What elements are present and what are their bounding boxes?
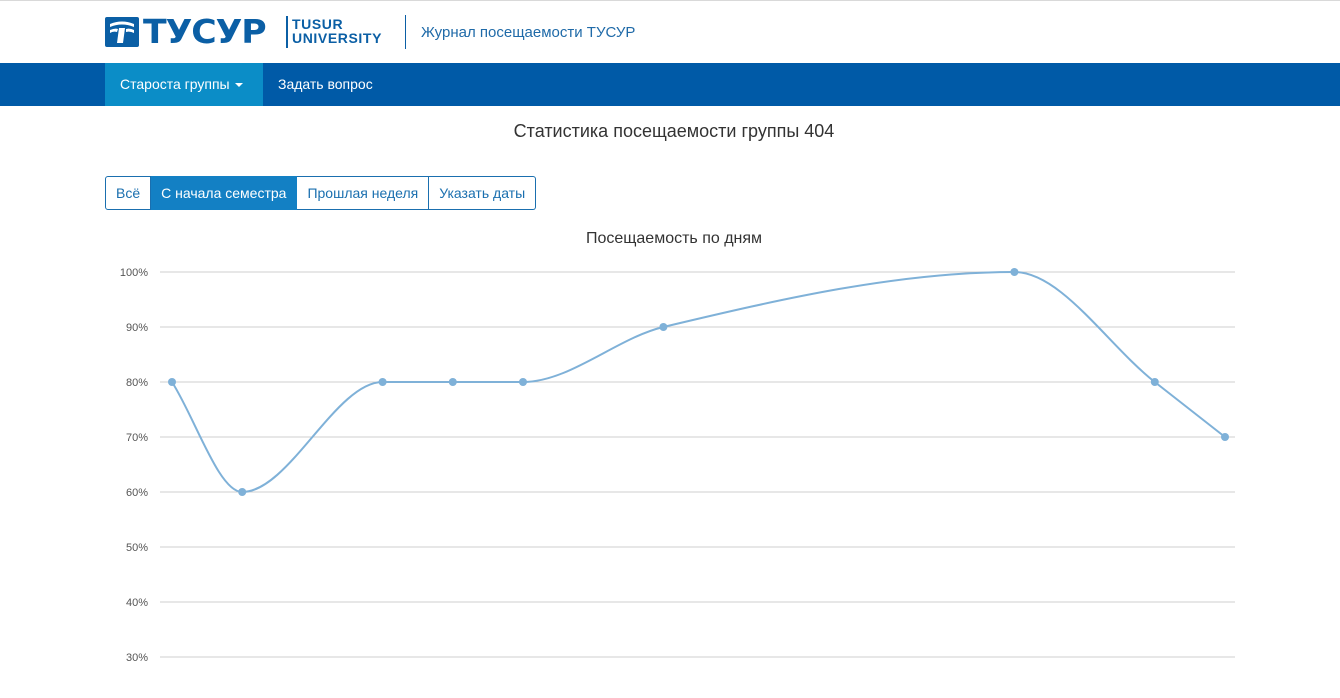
data-point[interactable] [448,378,457,386]
data-point[interactable] [168,378,176,386]
data-point[interactable] [378,378,387,386]
data-point[interactable] [1010,268,1019,276]
y-tick-label: 30% [126,652,148,664]
y-tick-label: 80% [126,377,148,389]
y-tick-label: 50% [126,542,148,554]
data-point[interactable] [238,488,247,496]
y-tick-label: 90% [126,322,148,334]
y-tick-label: 60% [126,487,148,499]
data-point[interactable] [1150,378,1159,386]
y-tick-label: 100% [120,267,148,279]
data-point[interactable] [1221,433,1229,441]
y-tick-label: 70% [126,432,148,444]
y-tick-label: 40% [126,597,148,609]
attendance-chart: 100% 90% 80% 70% 60% 50% 40% 30% [120,267,1235,664]
data-point[interactable] [519,378,527,386]
data-point[interactable] [659,323,668,331]
